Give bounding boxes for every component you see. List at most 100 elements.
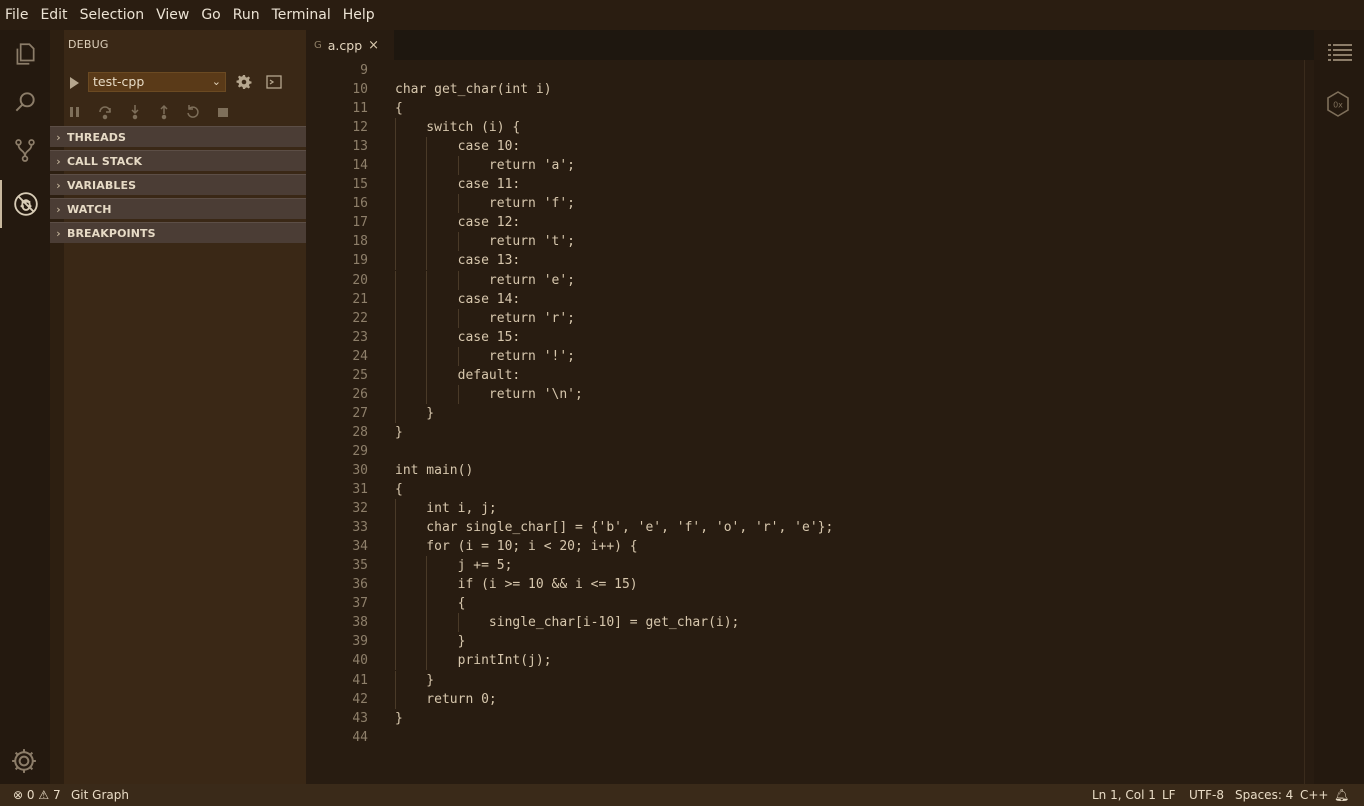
line-number: 16 <box>352 196 368 212</box>
line-text: if (i >= 10 && i <= 15) <box>395 577 638 593</box>
section-variables[interactable]: › VARIABLES <box>50 174 306 195</box>
line-text: } <box>395 634 466 650</box>
error-icon: ⊗ <box>13 788 24 802</box>
chevron-right-icon: › <box>56 202 61 216</box>
start-debugging-icon[interactable] <box>66 75 82 91</box>
code-lines: 9 10 char get_char(int i) 11 {12 switch (i) … <box>306 61 1306 747</box>
line-number: 15 <box>352 177 368 193</box>
code-line: 13 case 10: <box>306 137 1306 157</box>
activity-bar <box>0 30 50 784</box>
section-label: BREAKPOINTS <box>67 226 156 240</box>
search-icon <box>15 92 35 112</box>
line-text: return 'f'; <box>395 196 576 212</box>
line-text: return '!'; <box>395 348 576 364</box>
code-line: 43} <box>306 709 1306 728</box>
line-text: return '\n'; <box>395 386 583 402</box>
line-number: 32 <box>352 501 368 517</box>
encoding[interactable]: UTF-8 <box>1189 784 1224 806</box>
section-watch[interactable]: › WATCH <box>50 198 306 219</box>
line-number: 41 <box>352 672 368 688</box>
line-text: return 'a'; <box>395 158 576 174</box>
code-line: 15 case 11: <box>306 175 1306 195</box>
line-number: 29 <box>352 443 368 459</box>
line-number: 30 <box>352 462 368 478</box>
indentation[interactable]: Spaces: 4 <box>1235 784 1293 806</box>
code-editor[interactable]: 9 10 char get_char(int i) 11 {12 switch (i) … <box>306 60 1314 784</box>
code-line: 9 <box>306 61 1306 80</box>
debug-button[interactable] <box>0 180 50 228</box>
menu-edit[interactable]: Edit <box>34 7 73 23</box>
bell-icon[interactable]: 🔔︎ <box>1334 784 1349 806</box>
code-line: 36 if (i >= 10 && i <= 15) <box>306 575 1306 595</box>
secondary-bar: 0x <box>1314 30 1364 784</box>
source-control-icon <box>15 139 35 162</box>
step-out-icon[interactable] <box>157 104 171 120</box>
menu-selection[interactable]: Selection <box>74 7 151 23</box>
code-line: 10 char get_char(int i) <box>306 80 1306 99</box>
outline-icon[interactable] <box>1328 42 1352 62</box>
hex-editor-icon[interactable]: 0x <box>1325 90 1351 118</box>
debug-console-icon[interactable] <box>266 75 282 89</box>
line-number: 28 <box>352 424 368 440</box>
code-line: 20 return 'e'; <box>306 270 1306 290</box>
code-line: 38 single_char[i-10] = get_char(i); <box>306 613 1306 633</box>
cursor-position[interactable]: Ln 1, Col 1 <box>1092 784 1156 806</box>
search-button[interactable] <box>0 78 50 126</box>
code-line: 25 default: <box>306 365 1306 385</box>
line-number: 35 <box>352 558 368 574</box>
line-number: 43 <box>352 710 368 726</box>
sidebar-title: DEBUG <box>68 38 109 51</box>
line-number: 17 <box>352 215 368 231</box>
menu-help[interactable]: Help <box>337 7 381 23</box>
restart-icon[interactable] <box>186 104 200 120</box>
tab-a-cpp[interactable]: G a.cpp × <box>306 30 394 60</box>
step-over-icon[interactable] <box>98 104 112 120</box>
warning-icon: ⚠ <box>38 788 50 802</box>
line-number: 44 <box>352 729 368 745</box>
section-label: VARIABLES <box>67 178 137 192</box>
pause-icon[interactable] <box>68 104 82 120</box>
line-text: case 13: <box>395 253 521 269</box>
open-launch-json-icon[interactable] <box>236 74 252 90</box>
menu-view[interactable]: View <box>150 7 195 23</box>
line-number: 38 <box>352 615 368 631</box>
git-graph-button[interactable]: Git Graph <box>71 784 129 806</box>
source-control-button[interactable] <box>0 126 50 174</box>
line-text: int i, j; <box>395 501 497 517</box>
close-icon[interactable]: × <box>368 38 379 53</box>
language-mode[interactable]: C++ <box>1300 784 1329 806</box>
section-threads[interactable]: › THREADS <box>50 126 306 147</box>
line-text: return 't'; <box>395 234 576 250</box>
status-bar: ⊗ 0 ⚠ 7 Git Graph Ln 1, Col 1 LF UTF-8 S… <box>0 784 1364 806</box>
code-line: 12 switch (i) { <box>306 118 1306 138</box>
menu-file[interactable]: File <box>0 7 34 23</box>
settings-gear-icon <box>12 749 36 773</box>
code-line: 16 return 'f'; <box>306 194 1306 214</box>
code-line: 28} <box>306 423 1306 442</box>
code-line: 29 <box>306 442 1306 461</box>
menu-bar: File Edit Selection View Go Run Terminal… <box>0 0 1364 30</box>
code-line: 19 case 13: <box>306 251 1306 271</box>
menu-run[interactable]: Run <box>227 7 266 23</box>
line-text: char get_char(int i) <box>395 82 552 98</box>
launch-config-select[interactable]: test-cpp ⌄ <box>88 72 226 92</box>
line-text: return 'e'; <box>395 272 576 288</box>
stop-icon[interactable] <box>216 104 230 120</box>
menu-go[interactable]: Go <box>195 7 226 23</box>
problems-indicator[interactable]: ⊗ 0 ⚠ 7 <box>13 784 61 806</box>
line-number: 9 <box>360 63 368 78</box>
code-line: 30 int main() <box>306 461 1306 480</box>
line-number: 10 <box>352 82 368 98</box>
explorer-button[interactable] <box>0 30 50 78</box>
line-number: 19 <box>352 253 368 269</box>
section-breakpoints[interactable]: › BREAKPOINTS <box>50 222 306 243</box>
line-text: return 0; <box>395 691 497 707</box>
menu-terminal[interactable]: Terminal <box>266 7 337 23</box>
manage-button[interactable] <box>9 746 39 776</box>
step-into-icon[interactable] <box>128 104 142 120</box>
end-of-line[interactable]: LF <box>1162 784 1176 806</box>
line-text: case 11: <box>395 177 521 193</box>
cpp-file-icon: G <box>314 39 322 51</box>
section-call-stack[interactable]: › CALL STACK <box>50 150 306 171</box>
line-text: { <box>395 482 403 498</box>
